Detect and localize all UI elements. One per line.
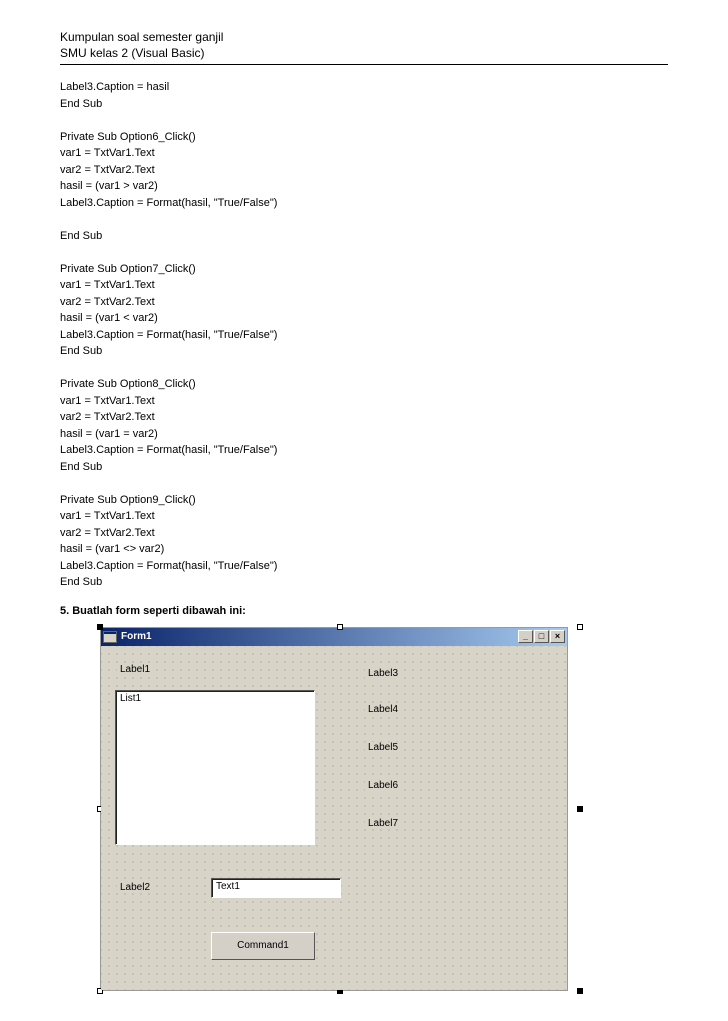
resize-handle[interactable] xyxy=(577,624,583,630)
label5: Label5 xyxy=(365,742,401,753)
doc-title: Kumpulan soal semester ganjil xyxy=(60,30,668,44)
titlebar[interactable]: Form1 _ □ × xyxy=(101,628,567,646)
doc-subtitle: SMU kelas 2 (Visual Basic) xyxy=(60,46,668,65)
form-icon xyxy=(103,631,117,643)
resize-handle[interactable] xyxy=(577,806,583,812)
label3: Label3 xyxy=(365,668,401,679)
command1-button[interactable]: Command1 xyxy=(211,932,315,960)
vb-designer: Form1 _ □ × Label1 List1 Label3 Label4 L… xyxy=(100,627,580,991)
label6: Label6 xyxy=(365,780,401,791)
label1: Label1 xyxy=(117,664,153,675)
label7: Label7 xyxy=(365,818,401,829)
close-button[interactable]: × xyxy=(550,630,565,643)
list1[interactable]: List1 xyxy=(115,690,315,845)
resize-handle[interactable] xyxy=(337,624,343,630)
label2: Label2 xyxy=(117,882,153,893)
form-body: Label1 List1 Label3 Label4 Label5 Label6… xyxy=(101,646,567,990)
minimize-button[interactable]: _ xyxy=(518,630,533,643)
label4: Label4 xyxy=(365,704,401,715)
resize-handle[interactable] xyxy=(577,988,583,994)
form-title: Form1 xyxy=(121,631,152,642)
question-text: 5. Buatlah form seperti dibawah ini: xyxy=(60,605,668,617)
maximize-button[interactable]: □ xyxy=(534,630,549,643)
code-listing: Label3.Caption = hasil End Sub Private S… xyxy=(60,79,668,591)
form1: Form1 _ □ × Label1 List1 Label3 Label4 L… xyxy=(100,627,568,991)
resize-handle[interactable] xyxy=(97,624,103,630)
text1[interactable]: Text1 xyxy=(211,878,341,898)
